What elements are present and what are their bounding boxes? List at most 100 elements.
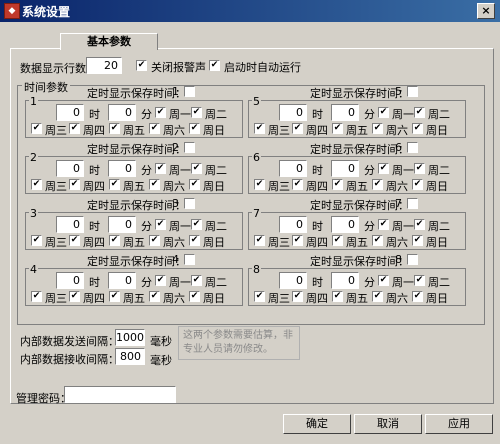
slot-weekday-checkbox[interactable]: ✔ bbox=[414, 219, 425, 230]
slot-weekday-checkbox[interactable]: ✔ bbox=[412, 235, 423, 246]
slot-weekday-checkbox[interactable]: ✔ bbox=[149, 123, 160, 134]
slot-enable-checkbox[interactable] bbox=[184, 142, 195, 153]
slot-weekday-checkbox[interactable]: ✔ bbox=[412, 291, 423, 302]
ok-button[interactable]: 确定 bbox=[283, 414, 351, 434]
slot-weekday-checkbox[interactable]: ✔ bbox=[191, 163, 202, 174]
slot-weekday-checkbox[interactable]: ✔ bbox=[292, 179, 303, 190]
slot-hour-input[interactable]: 0 bbox=[279, 272, 307, 289]
slot-weekday-checkbox[interactable]: ✔ bbox=[254, 235, 265, 246]
slot-weekday-checkbox[interactable]: ✔ bbox=[372, 123, 383, 134]
send-interval-input[interactable]: 1000 bbox=[115, 329, 145, 346]
slot-enable-checkbox[interactable] bbox=[407, 198, 418, 209]
slot-hour-input[interactable]: 0 bbox=[279, 160, 307, 177]
slot-enable-checkbox[interactable] bbox=[407, 142, 418, 153]
slot-minute-input[interactable]: 0 bbox=[331, 272, 359, 289]
slot-hour-input[interactable]: 0 bbox=[56, 104, 84, 121]
slot-enable-checkbox[interactable] bbox=[407, 254, 418, 265]
slot-weekday-label: 周四 bbox=[306, 236, 328, 249]
slot-weekday-checkbox[interactable]: ✔ bbox=[189, 179, 200, 190]
slot-hour-input[interactable]: 0 bbox=[56, 272, 84, 289]
slot-weekday-checkbox[interactable]: ✔ bbox=[149, 179, 160, 190]
slot-weekday-checkbox[interactable]: ✔ bbox=[412, 123, 423, 134]
slot-weekday-checkbox[interactable]: ✔ bbox=[191, 107, 202, 118]
slot-weekday-checkbox[interactable]: ✔ bbox=[155, 107, 166, 118]
slot-enable-checkbox[interactable] bbox=[184, 254, 195, 265]
slot-weekday-checkbox[interactable]: ✔ bbox=[254, 123, 265, 134]
slot-weekday-checkbox[interactable]: ✔ bbox=[378, 219, 389, 230]
slot-weekday-label: 周四 bbox=[83, 124, 105, 137]
slot-weekday-checkbox[interactable]: ✔ bbox=[372, 235, 383, 246]
slot-weekday-label: 周三 bbox=[45, 292, 67, 305]
slot-weekday-checkbox[interactable]: ✔ bbox=[292, 291, 303, 302]
slot-enable-checkbox[interactable] bbox=[184, 198, 195, 209]
slot-weekday-checkbox[interactable]: ✔ bbox=[189, 291, 200, 302]
slot-minute-input[interactable]: 0 bbox=[331, 160, 359, 177]
slot-weekday-checkbox[interactable]: ✔ bbox=[292, 235, 303, 246]
slot-weekday-checkbox[interactable]: ✔ bbox=[292, 123, 303, 134]
close-button[interactable]: × bbox=[477, 3, 495, 19]
slot-enable-checkbox[interactable] bbox=[407, 86, 418, 97]
slot-minute-label: 分 bbox=[364, 276, 375, 289]
slot-weekday-checkbox[interactable]: ✔ bbox=[372, 291, 383, 302]
slot-weekday-checkbox[interactable]: ✔ bbox=[378, 163, 389, 174]
slot-weekday-checkbox[interactable]: ✔ bbox=[155, 163, 166, 174]
slot-weekday-checkbox[interactable]: ✔ bbox=[109, 291, 120, 302]
slot-enable-checkbox[interactable] bbox=[184, 86, 195, 97]
slot-weekday-checkbox[interactable]: ✔ bbox=[155, 219, 166, 230]
slot-weekday-checkbox[interactable]: ✔ bbox=[254, 291, 265, 302]
slot-weekday-checkbox[interactable]: ✔ bbox=[149, 235, 160, 246]
slot-weekday-label: 周三 bbox=[268, 124, 290, 137]
slot-weekday-checkbox[interactable]: ✔ bbox=[191, 275, 202, 286]
slot-title-num: 1 bbox=[172, 85, 179, 98]
slot-weekday-checkbox[interactable]: ✔ bbox=[332, 179, 343, 190]
autostart-checkbox[interactable]: ✔ bbox=[209, 60, 220, 71]
slot-weekday-checkbox[interactable]: ✔ bbox=[414, 275, 425, 286]
slot-weekday-label: 周六 bbox=[386, 180, 408, 193]
recv-interval-input[interactable]: 800 bbox=[115, 348, 145, 365]
slot-weekday-checkbox[interactable]: ✔ bbox=[412, 179, 423, 190]
slot-weekday-checkbox[interactable]: ✔ bbox=[155, 275, 166, 286]
slot-weekday-checkbox[interactable]: ✔ bbox=[189, 235, 200, 246]
rows-input[interactable]: 20 bbox=[86, 57, 122, 74]
slot-hour-input[interactable]: 0 bbox=[56, 160, 84, 177]
slot-weekday-checkbox[interactable]: ✔ bbox=[109, 235, 120, 246]
slot-weekday-checkbox[interactable]: ✔ bbox=[69, 291, 80, 302]
slot-minute-input[interactable]: 0 bbox=[108, 272, 136, 289]
slot-minute-input[interactable]: 0 bbox=[108, 216, 136, 233]
slot-weekday-checkbox[interactable]: ✔ bbox=[191, 219, 202, 230]
recv-interval-label: 内部数据接收间隔： bbox=[20, 353, 119, 366]
slot-weekday-checkbox[interactable]: ✔ bbox=[332, 235, 343, 246]
cancel-button[interactable]: 取消 bbox=[354, 414, 422, 434]
tab-basic-params[interactable]: 基本参数 bbox=[60, 33, 158, 50]
slot-weekday-checkbox[interactable]: ✔ bbox=[372, 179, 383, 190]
slot-minute-input[interactable]: 0 bbox=[331, 216, 359, 233]
slot-weekday-label: 周二 bbox=[428, 108, 450, 121]
slot-weekday-checkbox[interactable]: ✔ bbox=[414, 163, 425, 174]
slot-weekday-checkbox[interactable]: ✔ bbox=[414, 107, 425, 118]
slot-weekday-checkbox[interactable]: ✔ bbox=[69, 123, 80, 134]
slot-minute-input[interactable]: 0 bbox=[331, 104, 359, 121]
slot-weekday-checkbox[interactable]: ✔ bbox=[31, 179, 42, 190]
slot-weekday-checkbox[interactable]: ✔ bbox=[69, 235, 80, 246]
password-input[interactable] bbox=[64, 386, 176, 403]
slot-weekday-checkbox[interactable]: ✔ bbox=[378, 275, 389, 286]
slot-weekday-checkbox[interactable]: ✔ bbox=[31, 235, 42, 246]
slot-hour-input[interactable]: 0 bbox=[279, 104, 307, 121]
slot-weekday-checkbox[interactable]: ✔ bbox=[109, 179, 120, 190]
slot-weekday-checkbox[interactable]: ✔ bbox=[69, 179, 80, 190]
slot-weekday-checkbox[interactable]: ✔ bbox=[31, 291, 42, 302]
slot-weekday-checkbox[interactable]: ✔ bbox=[149, 291, 160, 302]
slot-weekday-checkbox[interactable]: ✔ bbox=[332, 123, 343, 134]
slot-weekday-checkbox[interactable]: ✔ bbox=[332, 291, 343, 302]
slot-weekday-checkbox[interactable]: ✔ bbox=[254, 179, 265, 190]
slot-hour-input[interactable]: 0 bbox=[279, 216, 307, 233]
slot-hour-input[interactable]: 0 bbox=[56, 216, 84, 233]
apply-button[interactable]: 应用 bbox=[425, 414, 493, 434]
slot-minute-input[interactable]: 0 bbox=[108, 160, 136, 177]
slot-weekday-checkbox[interactable]: ✔ bbox=[189, 123, 200, 134]
slot-weekday-checkbox[interactable]: ✔ bbox=[31, 123, 42, 134]
slot-weekday-checkbox[interactable]: ✔ bbox=[109, 123, 120, 134]
slot-minute-input[interactable]: 0 bbox=[108, 104, 136, 121]
slot-weekday-checkbox[interactable]: ✔ bbox=[378, 107, 389, 118]
mute-checkbox[interactable]: ✔ bbox=[136, 60, 147, 71]
